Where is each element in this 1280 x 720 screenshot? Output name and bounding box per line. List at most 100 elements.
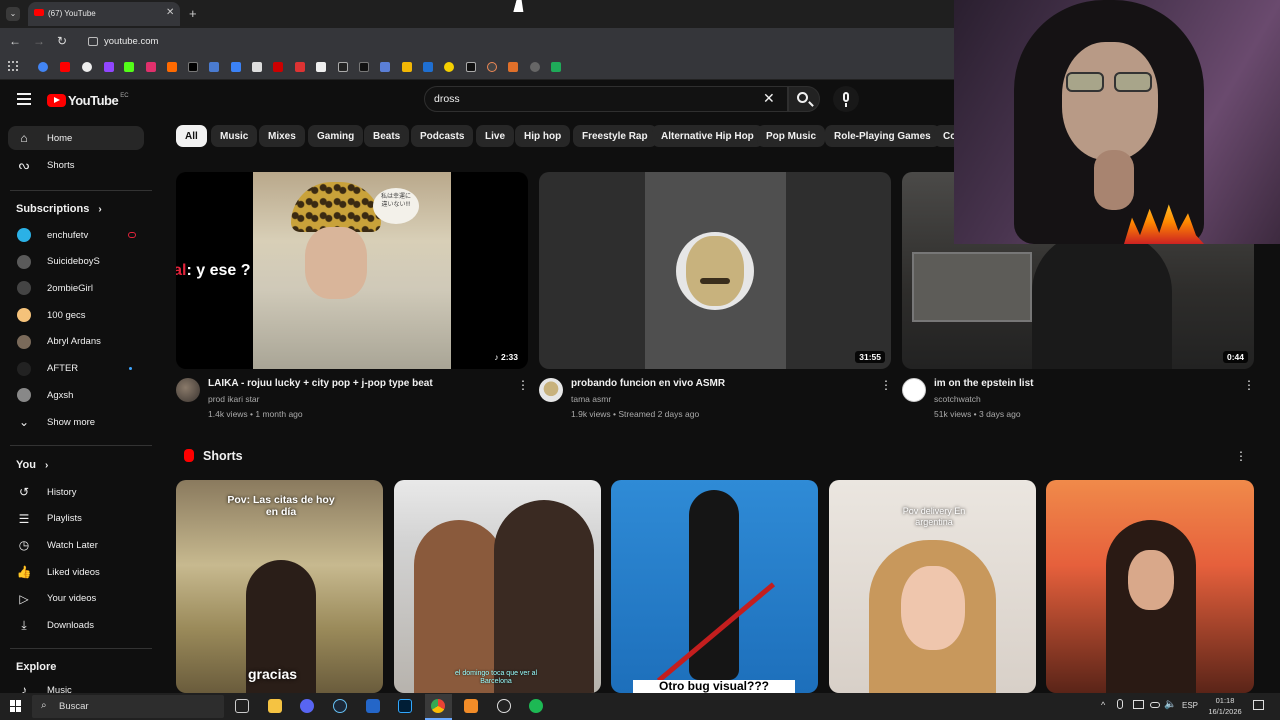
more-options-icon[interactable]: ⋮ [1243, 378, 1255, 392]
photoshop-icon[interactable] [398, 699, 412, 713]
video-title[interactable]: im on the epstein list [934, 378, 1033, 389]
bookmark-icon[interactable] [487, 62, 497, 72]
channel-avatar[interactable] [539, 378, 563, 402]
chip-podcasts[interactable]: Podcasts [411, 125, 474, 147]
bookmark-icon[interactable] [124, 62, 134, 72]
chip-all[interactable]: All [176, 125, 207, 147]
taskbar-search-box[interactable]: ⌕ Buscar [32, 695, 224, 718]
clear-search-icon[interactable]: ✕ [763, 90, 775, 107]
url-field[interactable]: youtube.com [104, 36, 158, 47]
short-thumbnail[interactable]: Pov: Las citas de hoy en día gracias [176, 480, 383, 693]
bookmark-google-icon[interactable] [38, 62, 48, 72]
short-thumbnail[interactable]: el domingo toca que ver al Barcelona [394, 480, 601, 693]
forward-button-icon[interactable]: → [33, 34, 45, 48]
reload-button-icon[interactable]: ↻ [57, 34, 67, 48]
sidebar-item-shorts[interactable]: ᔓ Shorts [8, 153, 144, 177]
short-thumbnail[interactable]: Pov delivery En argentina [829, 480, 1036, 693]
spotify-icon[interactable] [529, 699, 543, 713]
youtube-logo[interactable]: YouTube EC [47, 91, 129, 109]
bookmark-icon[interactable] [380, 62, 390, 72]
bookmark-icon[interactable] [82, 62, 92, 72]
you-heading[interactable]: You › [16, 459, 48, 471]
chip-mixes[interactable]: Mixes [259, 125, 305, 147]
channel-name[interactable]: prod ikari star [208, 394, 260, 404]
cloud-tray-icon[interactable] [1150, 702, 1160, 708]
sidebar-item-your-videos[interactable]: ▷ Your videos [8, 587, 144, 611]
file-explorer-icon[interactable] [268, 699, 282, 713]
microphone-tray-icon[interactable] [1117, 699, 1123, 709]
bookmark-youtube-icon[interactable] [60, 62, 70, 72]
clock[interactable]: 01:18 16/1/2026 [1203, 695, 1247, 717]
chip-gaming[interactable]: Gaming [308, 125, 364, 147]
close-tab-icon[interactable]: ✕ [166, 7, 174, 18]
bookmark-icon[interactable] [273, 62, 283, 72]
sidebar-item-playlists[interactable]: ☰ Playlists [8, 507, 144, 531]
show-more-button[interactable]: ⌄ Show more [8, 410, 144, 434]
sidebar-sub-suicideboys[interactable]: SuicideboyS [8, 250, 144, 274]
bookmark-icon[interactable] [338, 62, 348, 72]
bookmark-icon[interactable] [444, 62, 454, 72]
bookmark-icon[interactable] [209, 62, 219, 72]
video-title[interactable]: probando funcion en vivo ASMR [571, 378, 725, 389]
obs-icon[interactable] [497, 699, 511, 713]
tray-chevron-icon[interactable]: ^ [1101, 700, 1105, 710]
notifications-icon[interactable] [1253, 700, 1264, 710]
new-tab-button[interactable]: + [189, 6, 197, 21]
windows-start-icon[interactable] [10, 700, 22, 712]
chip-role-playing-games[interactable]: Role-Playing Games [825, 125, 940, 147]
video-title[interactable]: LAIKA - rojuu lucky + city pop + j-pop t… [208, 378, 433, 389]
network-tray-icon[interactable] [1133, 700, 1144, 709]
bookmark-icon[interactable] [508, 62, 518, 72]
sidebar-sub-100-gecs[interactable]: 100 gecs [8, 303, 144, 327]
bookmark-x-icon[interactable] [188, 62, 198, 72]
chrome-icon[interactable] [431, 699, 445, 713]
channel-name[interactable]: tama asmr [571, 394, 611, 404]
bookmark-sheets-icon[interactable] [551, 62, 561, 72]
hamburger-menu-icon[interactable] [17, 93, 31, 105]
video-thumbnail[interactable]: 私は幸運に違いない!!! visivo_oficial: y ese ? ♪ 2… [176, 172, 528, 369]
chip-beats[interactable]: Beats [364, 125, 410, 147]
search-box[interactable]: dross ✕ [424, 86, 788, 112]
subscriptions-heading[interactable]: Subscriptions › [16, 203, 102, 215]
vegas-icon[interactable] [366, 699, 380, 713]
channel-avatar[interactable] [902, 378, 926, 402]
sidebar-item-downloads[interactable]: ⤓ Downloads [8, 614, 144, 638]
apps-grid-icon[interactable] [8, 61, 18, 71]
more-options-icon[interactable]: ⋮ [880, 378, 892, 392]
tab-list-button[interactable]: ⌄ [6, 7, 20, 21]
bookmark-icon[interactable] [295, 62, 305, 72]
sidebar-item-history[interactable]: ↺ History [8, 480, 144, 504]
short-thumbnail[interactable]: Otro bug visual??? [611, 480, 818, 693]
bookmark-icon[interactable] [316, 62, 326, 72]
chip-freestyle-rap[interactable]: Freestyle Rap [573, 125, 657, 147]
sidebar-sub-after[interactable]: AFTER [8, 357, 144, 381]
chip-alternative-hip-hop[interactable]: Alternative Hip Hop [652, 125, 763, 147]
task-view-icon[interactable] [235, 699, 249, 713]
chip-pop-music[interactable]: Pop Music [757, 125, 826, 147]
language-indicator[interactable]: ESP [1182, 701, 1198, 710]
bookmark-icon[interactable] [530, 62, 540, 72]
search-input[interactable]: dross [434, 93, 460, 105]
chip-hip-hop[interactable]: Hip hop [515, 125, 571, 147]
voice-search-button[interactable] [833, 86, 859, 112]
channel-avatar[interactable] [176, 378, 200, 402]
sidebar-item-watch-later[interactable]: ◷ Watch Later [8, 533, 144, 557]
steam-icon[interactable] [333, 699, 347, 713]
fl-studio-icon[interactable] [464, 699, 478, 713]
bookmark-icon[interactable] [231, 62, 241, 72]
sidebar-item-home[interactable]: ⌂ Home [8, 126, 144, 150]
bookmark-icon[interactable] [402, 62, 412, 72]
sidebar-sub-abryl-ardans[interactable]: Abryl Ardans [8, 330, 144, 354]
sidebar-sub-enchufetv[interactable]: enchufetv [8, 223, 144, 247]
bookmark-icon[interactable] [252, 62, 262, 72]
shorts-more-options-icon[interactable]: ⋮ [1235, 449, 1247, 463]
more-options-icon[interactable]: ⋮ [517, 378, 529, 392]
sidebar-sub-2ombiegirl[interactable]: 2ombieGirl [8, 276, 144, 300]
chip-music[interactable]: Music [211, 125, 258, 147]
channel-name[interactable]: scotchwatch [934, 394, 981, 404]
search-button[interactable] [788, 86, 820, 112]
short-thumbnail[interactable] [1046, 480, 1254, 693]
volume-tray-icon[interactable]: 🔈 [1164, 699, 1176, 710]
bookmark-twitch-icon[interactable] [104, 62, 114, 72]
bookmark-icon[interactable] [423, 62, 433, 72]
